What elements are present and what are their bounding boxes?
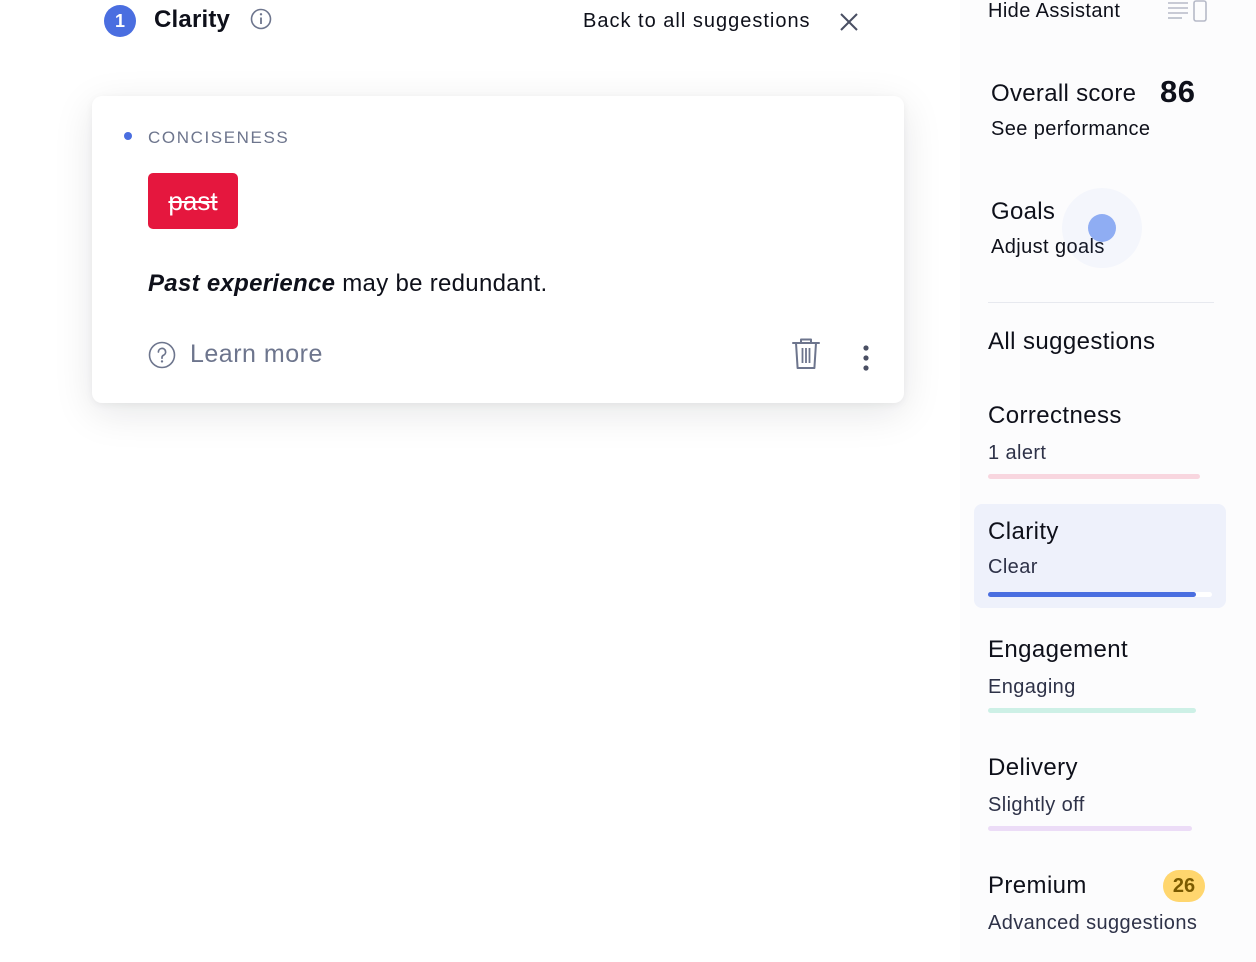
editor-panel: 1 Clarity Back to all suggestions CONCIS… [0,0,960,962]
overall-score-label: Overall score [991,80,1137,107]
sidebar-category-clarity[interactable]: Clarity Clear [974,504,1226,608]
all-suggestions-link[interactable]: All suggestions [988,328,1155,356]
help-icon[interactable] [148,341,176,369]
category-status: Engaging [988,676,1076,698]
category-progress-bar [988,708,1196,713]
info-icon[interactable] [250,8,272,30]
category-progress-fill [988,474,1200,479]
category-progress-fill [988,592,1197,597]
suggestion-explanation: Past experience may be redundant. [148,270,547,298]
suggestion-header: 1 Clarity Back to all suggestions [104,4,864,37]
category-progress-bar [988,592,1212,597]
category-progress-fill [988,826,1192,831]
overall-score-value: 86 [1160,74,1196,109]
suggestion-category-label: CONCISENESS [148,128,290,147]
goals-label[interactable]: Goals [991,198,1055,226]
category-name: Clarity [988,518,1059,545]
category-name: Correctness [988,402,1122,429]
hide-assistant-button[interactable]: Hide Assistant [988,0,1120,23]
explanation-text: may be redundant. [335,270,548,297]
suggestion-card[interactable]: CONCISENESS past Past experience may be … [92,96,904,403]
category-dot [124,132,132,140]
sidebar-category-delivery[interactable]: Delivery Slightly off [974,754,1226,858]
category-name: Delivery [988,754,1078,781]
learn-more-link[interactable]: Learn more [190,340,323,369]
category-status: Advanced suggestions [988,912,1198,934]
explanation-highlight: Past experience [148,270,336,297]
category-progress-bar [988,826,1192,831]
category-status: Slightly off [988,794,1085,816]
category-status: Clear [988,556,1038,578]
back-to-suggestions-link[interactable]: Back to all suggestions [583,10,811,33]
close-icon[interactable] [838,11,860,33]
category-status: 1 alert [988,442,1047,464]
premium-count-badge: 26 [1163,870,1205,902]
category-name: Premium [988,872,1087,899]
trash-icon[interactable] [790,336,822,372]
suggestion-count-badge: 1 [104,5,136,37]
sidebar-divider [988,302,1214,303]
panel-toggle-icon[interactable] [1166,0,1210,24]
see-performance-link[interactable]: See performance [991,118,1150,141]
more-vertical-icon[interactable] [856,344,876,374]
sidebar-category-engagement[interactable]: Engagement Engaging [974,636,1226,740]
remove-word-button[interactable]: past [148,173,238,229]
category-progress-bar [988,474,1200,479]
sidebar-category-correctness[interactable]: Correctness 1 alert [974,402,1226,506]
category-name: Engagement [988,636,1129,663]
category-title: Clarity [154,6,231,33]
category-progress-fill [988,708,1196,713]
adjust-goals-link[interactable]: Adjust goals [991,236,1105,259]
